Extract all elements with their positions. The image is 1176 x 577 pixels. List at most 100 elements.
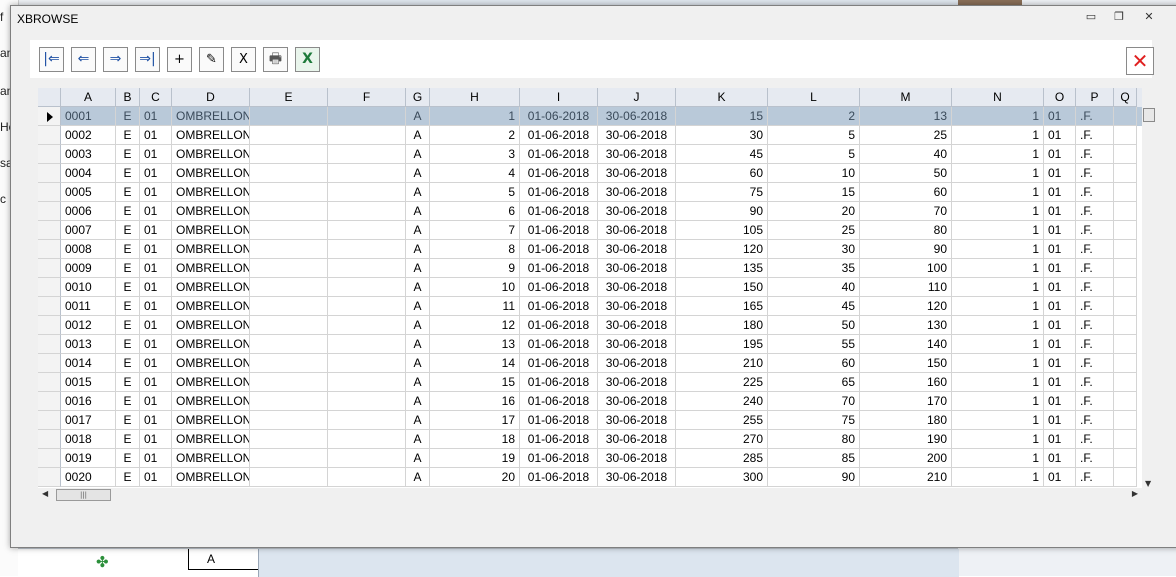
cell-i[interactable]: 01-06-2018 [520, 411, 598, 430]
scroll-right-arrow-icon[interactable]: ▶ [1132, 489, 1138, 498]
cell-j[interactable]: 30-06-2018 [598, 183, 676, 202]
cell-e[interactable] [250, 354, 328, 373]
row-indicator[interactable] [38, 411, 61, 430]
cell-f[interactable] [328, 297, 406, 316]
cell-p[interactable]: .F. [1076, 468, 1114, 487]
maximize-button[interactable]: ❐ [1105, 7, 1133, 27]
cell-e[interactable] [250, 107, 328, 126]
cell-i[interactable]: 01-06-2018 [520, 107, 598, 126]
cell-c[interactable]: 01 [140, 335, 172, 354]
cell-g[interactable]: A [406, 430, 430, 449]
table-row[interactable]: 0007 E 01 OMBRELLONI A 7 01-06-2018 30-06-2018 1… [38, 221, 1142, 240]
cell-q[interactable] [1114, 468, 1137, 487]
cell-m[interactable]: 120 [860, 297, 952, 316]
row-indicator[interactable] [38, 430, 61, 449]
table-row[interactable]: 0016 E 01 OMBRELLONI A 16 01-06-2018 30-06-2018… [38, 392, 1142, 411]
cell-e[interactable] [250, 145, 328, 164]
column-header-d[interactable]: D [172, 88, 250, 107]
cell-q[interactable] [1114, 145, 1137, 164]
cell-q[interactable] [1114, 392, 1137, 411]
cell-l[interactable]: 40 [768, 278, 860, 297]
cell-m[interactable]: 90 [860, 240, 952, 259]
row-indicator[interactable] [38, 297, 61, 316]
cell-a[interactable]: 0008 [61, 240, 116, 259]
cell-j[interactable]: 30-06-2018 [598, 240, 676, 259]
cell-e[interactable] [250, 221, 328, 240]
table-row[interactable]: 0003 E 01 OMBRELLONI A 3 01-06-2018 30-06-2018 4… [38, 145, 1142, 164]
cell-e[interactable] [250, 449, 328, 468]
cell-a[interactable]: 0017 [61, 411, 116, 430]
cell-j[interactable]: 30-06-2018 [598, 468, 676, 487]
scroll-down-arrow-icon[interactable]: ▼ [1145, 479, 1151, 488]
column-header-k[interactable]: K [676, 88, 768, 107]
row-indicator[interactable] [38, 392, 61, 411]
cell-j[interactable]: 30-06-2018 [598, 449, 676, 468]
cell-c[interactable]: 01 [140, 278, 172, 297]
cell-d[interactable]: OMBRELLONI [172, 411, 250, 430]
cell-c[interactable]: 01 [140, 449, 172, 468]
cell-q[interactable] [1114, 449, 1137, 468]
cell-i[interactable]: 01-06-2018 [520, 297, 598, 316]
cell-o[interactable]: 01 [1044, 373, 1076, 392]
table-row[interactable]: 0011 E 01 OMBRELLONI A 11 01-06-2018 30-06-2018… [38, 297, 1142, 316]
cell-f[interactable] [328, 259, 406, 278]
cell-a[interactable]: 0002 [61, 126, 116, 145]
cell-c[interactable]: 01 [140, 373, 172, 392]
cell-c[interactable]: 01 [140, 202, 172, 221]
cell-n[interactable]: 1 [952, 183, 1044, 202]
data-grid[interactable]: ABCDEFGHIJKLMNOPQ 0001 E 01 OMBRELLONI A 1 01-… [38, 88, 1142, 488]
cell-o[interactable]: 01 [1044, 449, 1076, 468]
cell-d[interactable]: OMBRELLONI [172, 297, 250, 316]
cell-m[interactable]: 180 [860, 411, 952, 430]
cell-k[interactable]: 300 [676, 468, 768, 487]
row-indicator[interactable] [38, 259, 61, 278]
column-header-e[interactable]: E [250, 88, 328, 107]
print-button[interactable]: 🖶 [263, 47, 288, 72]
cell-b[interactable]: E [116, 316, 140, 335]
column-header-j[interactable]: J [598, 88, 676, 107]
cell-b[interactable]: E [116, 202, 140, 221]
cell-a[interactable]: 0001 [61, 107, 116, 126]
cell-a[interactable]: 0020 [61, 468, 116, 487]
cell-j[interactable]: 30-06-2018 [598, 145, 676, 164]
close-browse-button[interactable]: ✕ [1126, 47, 1154, 75]
table-row[interactable]: 0002 E 01 OMBRELLONI A 2 01-06-2018 30-06-2018 3… [38, 126, 1142, 145]
cell-i[interactable]: 01-06-2018 [520, 183, 598, 202]
cell-h[interactable]: 4 [430, 164, 520, 183]
cell-c[interactable]: 01 [140, 468, 172, 487]
table-row[interactable]: 0005 E 01 OMBRELLONI A 5 01-06-2018 30-06-2018 7… [38, 183, 1142, 202]
cell-p[interactable]: .F. [1076, 430, 1114, 449]
table-row[interactable]: 0004 E 01 OMBRELLONI A 4 01-06-2018 30-06-2018 6… [38, 164, 1142, 183]
cell-f[interactable] [328, 411, 406, 430]
cell-n[interactable]: 1 [952, 259, 1044, 278]
cell-p[interactable]: .F. [1076, 221, 1114, 240]
cell-j[interactable]: 30-06-2018 [598, 164, 676, 183]
cell-n[interactable]: 1 [952, 430, 1044, 449]
cell-b[interactable]: E [116, 411, 140, 430]
cell-m[interactable]: 60 [860, 183, 952, 202]
cell-o[interactable]: 01 [1044, 202, 1076, 221]
cell-k[interactable]: 60 [676, 164, 768, 183]
cell-h[interactable]: 1 [430, 107, 520, 126]
cell-k[interactable]: 30 [676, 126, 768, 145]
row-indicator[interactable] [38, 316, 61, 335]
title-bar[interactable]: XBROWSE ▭ ❐ ✕ [11, 6, 1176, 33]
cell-n[interactable]: 1 [952, 468, 1044, 487]
cell-a[interactable]: 0007 [61, 221, 116, 240]
cell-f[interactable] [328, 221, 406, 240]
cell-i[interactable]: 01-06-2018 [520, 240, 598, 259]
cell-j[interactable]: 30-06-2018 [598, 335, 676, 354]
row-indicator[interactable] [38, 373, 61, 392]
cell-b[interactable]: E [116, 221, 140, 240]
row-indicator[interactable] [38, 183, 61, 202]
cell-g[interactable]: A [406, 335, 430, 354]
cell-a[interactable]: 0019 [61, 449, 116, 468]
cell-o[interactable]: 01 [1044, 164, 1076, 183]
cell-g[interactable]: A [406, 164, 430, 183]
cell-h[interactable]: 18 [430, 430, 520, 449]
column-header-g[interactable]: G [406, 88, 430, 107]
cell-h[interactable]: 8 [430, 240, 520, 259]
cell-e[interactable] [250, 297, 328, 316]
cell-p[interactable]: .F. [1076, 202, 1114, 221]
cell-h[interactable]: 7 [430, 221, 520, 240]
